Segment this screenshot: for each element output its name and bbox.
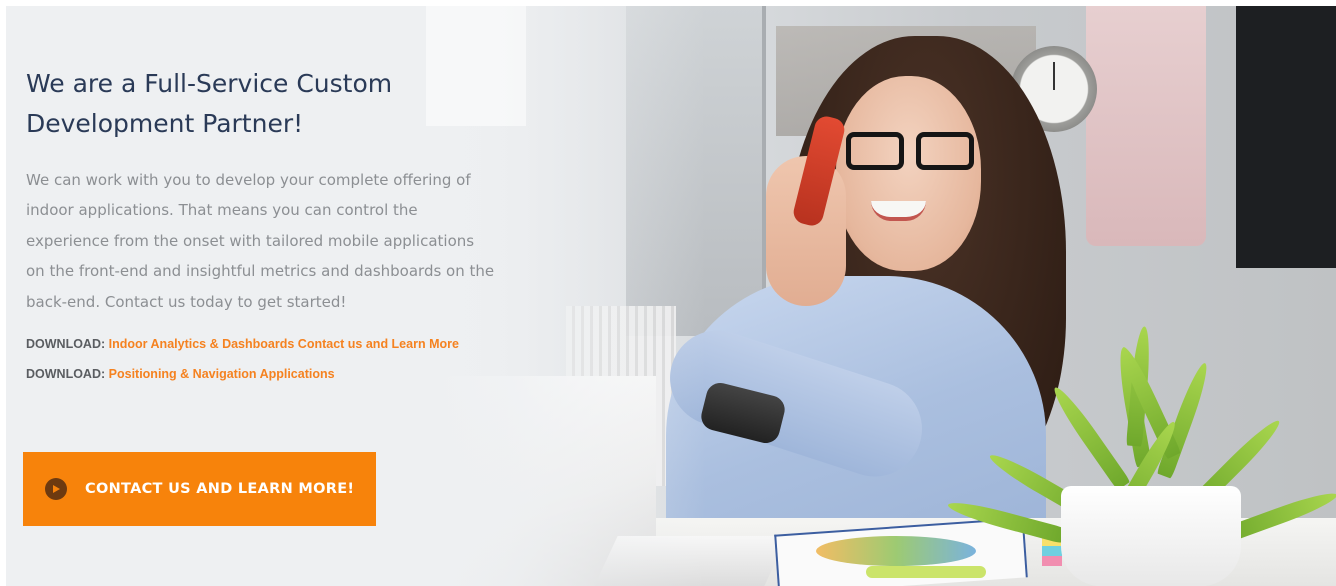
download-item: DOWNLOAD: Indoor Analytics & Dashboards … [26,329,496,359]
hero-section: We are a Full-Service Custom Development… [6,6,1336,586]
download-label: DOWNLOAD: [26,367,106,382]
download-item: DOWNLOAD: Positioning & Navigation Appli… [26,359,496,389]
hero-content: We are a Full-Service Custom Development… [26,64,496,389]
play-circle-icon [45,478,67,500]
contact-us-button-label: CONTACT US AND LEARN MORE! [85,481,355,497]
download-links: DOWNLOAD: Indoor Analytics & Dashboards … [26,329,496,389]
contact-us-button[interactable]: CONTACT US AND LEARN MORE! [23,452,376,526]
hero-description: We can work with you to develop your com… [26,171,495,311]
download-link-positioning-navigation[interactable]: Positioning & Navigation Applications [109,367,335,381]
download-link-indoor-analytics[interactable]: Indoor Analytics & Dashboards Contact us… [109,337,459,351]
hero-headline: We are a Full-Service Custom Development… [26,69,393,138]
download-label: DOWNLOAD: [26,337,106,352]
